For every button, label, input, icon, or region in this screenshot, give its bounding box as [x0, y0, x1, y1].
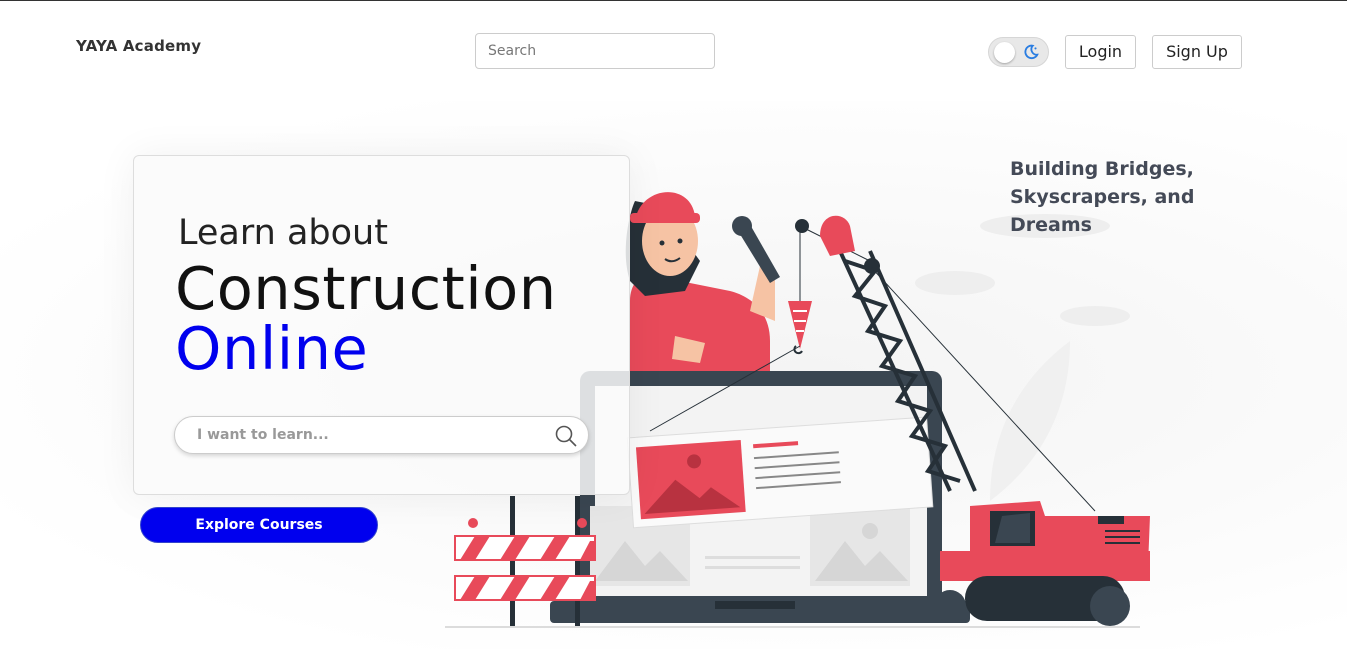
toggle-knob — [994, 42, 1015, 63]
hero-heading-line1: Learn about — [178, 213, 388, 253]
hero-tagline: Building Bridges, Skyscrapers, and Dream… — [1010, 158, 1195, 236]
moon-icon — [1024, 44, 1039, 60]
search-input[interactable] — [475, 33, 715, 69]
explore-courses-button[interactable]: Explore Courses — [140, 507, 378, 543]
search-icon[interactable] — [554, 424, 578, 448]
brand-logo[interactable]: YAYA Academy — [76, 37, 201, 55]
learn-search-placeholder: I want to learn... — [197, 427, 329, 443]
hero-heading-line3: Online — [175, 314, 369, 383]
signup-button[interactable]: Sign Up — [1152, 35, 1242, 69]
login-button[interactable]: Login — [1065, 35, 1136, 69]
hero-heading-line2: Construction — [175, 254, 557, 323]
top-navbar: YAYA Academy Login Sign Up — [0, 1, 1347, 101]
learn-search-input[interactable]: I want to learn... — [174, 416, 589, 454]
theme-toggle[interactable] — [988, 37, 1049, 67]
